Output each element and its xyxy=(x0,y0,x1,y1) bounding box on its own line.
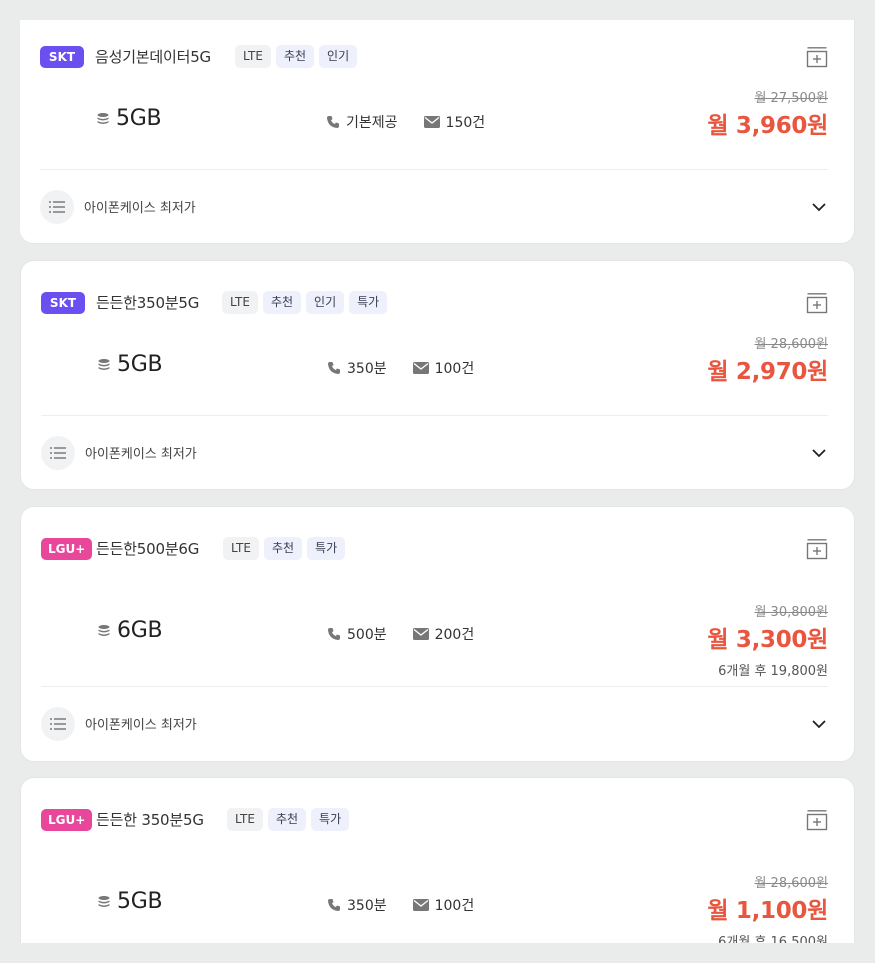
database-icon xyxy=(98,624,110,636)
tag: 특가 xyxy=(349,291,388,314)
voice-value: 500분 xyxy=(347,627,387,643)
chevron-down-icon[interactable] xyxy=(810,198,828,216)
list-icon xyxy=(41,707,75,741)
voice-sms: 500분 200건 xyxy=(327,624,474,644)
tag: LTE xyxy=(227,808,263,831)
promo-label: 아이폰케이스 최저가 xyxy=(84,201,196,216)
discounted-price: 월 1,100원 xyxy=(707,898,828,924)
tag: 추천 xyxy=(262,291,302,314)
carrier-badge: LGU+ xyxy=(41,538,93,560)
phone-icon xyxy=(328,362,340,374)
voice-sms: 350분 100건 xyxy=(327,895,474,915)
data-allowance: 5GB xyxy=(97,889,163,914)
tag: 인기 xyxy=(319,45,358,68)
mail-icon xyxy=(412,899,429,911)
after-discount-price: 6개월 후 19,800원 xyxy=(718,664,828,679)
sms-value: 150건 xyxy=(445,115,486,131)
data-allowance: 5GB xyxy=(97,352,163,377)
price-block: 월 28,600원 월 1,100원 6개월 후 16,500원 xyxy=(707,872,828,943)
add-to-list-icon[interactable] xyxy=(806,809,828,831)
original-price: 월 28,600원 xyxy=(754,337,828,352)
original-price: 월 28,600원 xyxy=(754,876,828,891)
tag: 인기 xyxy=(306,291,345,314)
discounted-price: 월 3,300원 xyxy=(707,627,828,653)
tag-list: LTE 추천 특가 xyxy=(227,808,350,831)
add-to-list-icon[interactable] xyxy=(806,46,828,68)
voice-sms: 기본제공 150건 xyxy=(326,112,485,132)
data-allowance: 5GB xyxy=(96,106,162,131)
mail-icon xyxy=(423,116,440,128)
plan-card[interactable]: SKT 든든한350분5G LTE 추천 인기 특가 5GB 350분 100건… xyxy=(20,260,855,490)
tag: LTE xyxy=(223,537,259,560)
add-to-list-icon[interactable] xyxy=(806,538,828,560)
list-icon xyxy=(40,190,74,224)
tag-list: LTE 추천 인기 xyxy=(235,45,358,68)
mail-icon xyxy=(412,362,429,374)
sms-value: 200건 xyxy=(434,627,475,643)
carrier-badge: SKT xyxy=(41,292,85,314)
phone-icon xyxy=(328,899,340,911)
original-price: 월 27,500원 xyxy=(754,91,828,106)
promo-row[interactable]: 아이폰케이스 최저가 xyxy=(21,687,854,761)
tag: 추천 xyxy=(263,537,303,560)
plan-card[interactable]: LGU+ 든든한500분6G LTE 추천 특가 6GB 500분 200건 월… xyxy=(20,506,855,762)
after-discount-price: 6개월 후 16,500원 xyxy=(718,935,828,943)
promo-row[interactable]: 아이폰케이스 최저가 xyxy=(21,416,854,490)
tag: 추천 xyxy=(267,808,307,831)
data-allowance: 6GB xyxy=(97,618,163,643)
price-block: 월 28,600원 월 2,970원 xyxy=(707,333,828,386)
price-block: 월 27,500원 월 3,960원 xyxy=(707,87,828,140)
discounted-price: 월 3,960원 xyxy=(707,113,828,139)
carrier-badge: SKT xyxy=(40,46,84,68)
list-icon xyxy=(41,436,75,470)
plan-name: 든든한350분5G xyxy=(96,294,200,312)
voice-value: 기본제공 xyxy=(346,115,398,131)
promo-label: 아이폰케이스 최저가 xyxy=(85,447,197,462)
chevron-down-icon[interactable] xyxy=(810,715,828,733)
data-amount: 5GB xyxy=(116,106,162,131)
promo-label: 아이폰케이스 최저가 xyxy=(85,718,197,733)
sms-value: 100건 xyxy=(434,898,475,914)
tag: 특가 xyxy=(307,537,346,560)
plan-name: 든든한500분6G xyxy=(96,540,200,558)
database-icon xyxy=(97,112,109,124)
phone-icon xyxy=(328,628,340,640)
tag-list: LTE 추천 특가 xyxy=(223,537,346,560)
tag-list: LTE 추천 인기 특가 xyxy=(222,291,388,314)
add-to-list-icon[interactable] xyxy=(806,292,828,314)
voice-value: 350분 xyxy=(347,898,387,914)
voice-sms: 350분 100건 xyxy=(327,358,474,378)
mail-icon xyxy=(412,628,429,640)
data-amount: 6GB xyxy=(117,618,163,643)
data-amount: 5GB xyxy=(117,889,163,914)
tag: LTE xyxy=(222,291,258,314)
carrier-badge: LGU+ xyxy=(41,809,93,831)
plan-list: SKT 음성기본데이터5G LTE 추천 인기 5GB 기본제공 150건 월 … xyxy=(20,20,855,943)
plan-card[interactable]: SKT 음성기본데이터5G LTE 추천 인기 5GB 기본제공 150건 월 … xyxy=(20,20,855,244)
phone-icon xyxy=(327,116,339,128)
discounted-price: 월 2,970원 xyxy=(707,359,828,385)
price-block: 월 30,800원 월 3,300원 6개월 후 19,800원 xyxy=(707,601,828,679)
plan-card[interactable]: LGU+ 든든한 350분5G LTE 추천 특가 5GB 350분 100건 … xyxy=(20,777,855,943)
promo-row[interactable]: 아이폰케이스 최저가 xyxy=(20,170,854,244)
database-icon xyxy=(98,895,110,907)
tag: 추천 xyxy=(275,45,315,68)
data-amount: 5GB xyxy=(117,352,163,377)
database-icon xyxy=(98,358,110,370)
plan-name: 든든한 350분5G xyxy=(96,811,204,829)
chevron-down-icon[interactable] xyxy=(810,444,828,462)
plan-name: 음성기본데이터5G xyxy=(95,48,211,66)
tag: LTE xyxy=(235,45,271,68)
tag: 특가 xyxy=(311,808,350,831)
sms-value: 100건 xyxy=(434,361,475,377)
voice-value: 350분 xyxy=(347,361,387,377)
original-price: 월 30,800원 xyxy=(754,605,828,620)
